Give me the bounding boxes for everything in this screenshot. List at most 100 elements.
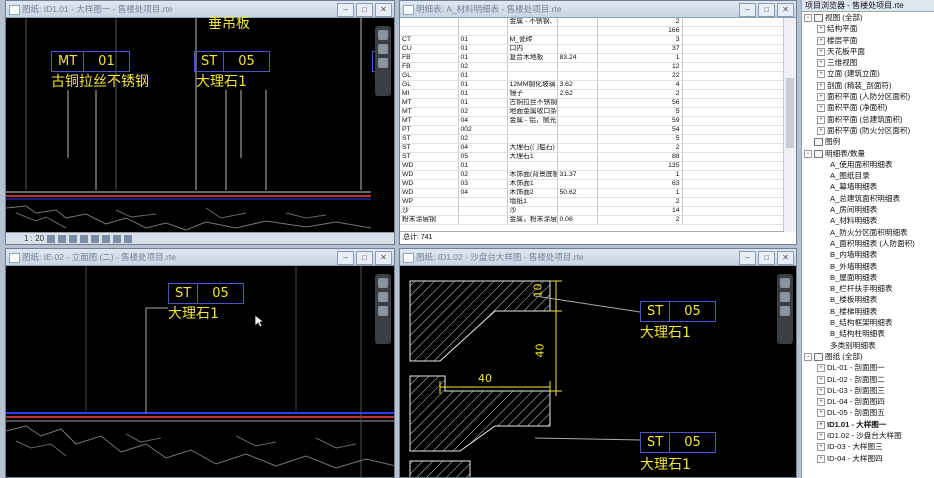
table-row[interactable]: WD 01 135 bbox=[400, 161, 784, 171]
table-cell[interactable] bbox=[557, 161, 598, 171]
collapse-icon[interactable]: − bbox=[804, 149, 812, 158]
minimize-button[interactable]: – bbox=[739, 251, 756, 265]
close-button[interactable]: ✕ bbox=[375, 3, 392, 17]
table-cell[interactable]: MT bbox=[400, 98, 459, 108]
table-row[interactable]: 沙 沙 14 bbox=[400, 206, 784, 216]
table-row[interactable]: ST 04 大理石(门槛石) 2 bbox=[400, 143, 784, 153]
table-row[interactable]: MT 04 金属 - 铝，抛光 59 bbox=[400, 116, 784, 126]
table-row[interactable]: MT 01 古铜拉丝不锈钢 56 bbox=[400, 98, 784, 108]
table-cell[interactable]: 1 bbox=[597, 188, 683, 198]
table-cell[interactable]: 01 bbox=[458, 44, 508, 54]
table-cell[interactable]: 大理石1 bbox=[507, 152, 558, 162]
material-tag-st05-upper[interactable]: ST 05 bbox=[640, 301, 716, 322]
table-cell[interactable]: 56 bbox=[597, 98, 683, 108]
table-cell[interactable] bbox=[400, 26, 459, 36]
tree-item[interactable]: − 图纸 (全部) bbox=[802, 351, 934, 362]
table-row[interactable]: WP 墙纸1 2 bbox=[400, 197, 784, 207]
table-cell[interactable]: M_瓷砖 bbox=[507, 35, 558, 45]
maximize-button[interactable]: □ bbox=[758, 3, 775, 17]
table-cell[interactable]: 01 bbox=[458, 71, 508, 81]
expand-icon[interactable]: + bbox=[817, 25, 825, 34]
navigation-bar[interactable] bbox=[375, 26, 391, 96]
tree-item[interactable]: + ID-04 - 大样图四 bbox=[802, 453, 934, 464]
material-tag-st05[interactable]: ST 05 bbox=[194, 51, 270, 72]
window-titlebar[interactable]: 图纸: IE-02 - 立面图 (二) - 售楼处项目.rte – □ ✕ bbox=[6, 249, 394, 266]
close-button[interactable]: ✕ bbox=[375, 251, 392, 265]
expand-icon[interactable]: + bbox=[817, 364, 825, 373]
table-row[interactable]: WD 02 木饰面(背景底板) 31.37 1 bbox=[400, 170, 784, 180]
table-row[interactable]: CT 01 M_瓷砖 3 bbox=[400, 35, 784, 45]
tree-item[interactable]: + 面积平面 (人防分区面积) bbox=[802, 91, 934, 102]
table-cell[interactable]: GL bbox=[400, 80, 459, 90]
table-cell[interactable] bbox=[557, 197, 598, 207]
material-tag-st05[interactable]: ST 05 bbox=[168, 283, 244, 304]
table-cell[interactable] bbox=[557, 206, 598, 216]
table-cell[interactable]: 镜子 bbox=[507, 89, 558, 99]
tree-item[interactable]: A_面积明细表 (人防面积) bbox=[802, 238, 934, 249]
table-cell[interactable]: 2 bbox=[597, 215, 683, 225]
tree-item[interactable]: B_栏杆扶手明细表 bbox=[802, 283, 934, 294]
tree-item[interactable]: 图例 bbox=[802, 136, 934, 147]
expand-icon[interactable]: + bbox=[817, 443, 825, 452]
expand-icon[interactable]: + bbox=[817, 93, 825, 102]
tree-item[interactable]: + DL-02 - 剖面图二 bbox=[802, 374, 934, 385]
table-cell[interactable]: 口内 bbox=[507, 44, 558, 54]
tree-item[interactable]: + ID1.02 - 沙盘台大样图 bbox=[802, 430, 934, 441]
table-cell[interactable]: WD bbox=[400, 161, 459, 171]
table-row[interactable]: 166 bbox=[400, 26, 784, 36]
table-cell[interactable] bbox=[458, 206, 508, 216]
minimize-button[interactable]: – bbox=[337, 251, 354, 265]
table-cell[interactable]: ST bbox=[400, 143, 459, 153]
expand-icon[interactable]: + bbox=[817, 420, 825, 429]
table-cell[interactable]: FB bbox=[400, 62, 459, 72]
table-cell[interactable]: 0.08 bbox=[557, 215, 598, 225]
tree-item[interactable]: + 面积平面 (净面积) bbox=[802, 102, 934, 113]
pan-icon[interactable] bbox=[780, 306, 790, 316]
table-cell[interactable]: 2 bbox=[597, 197, 683, 207]
expand-icon[interactable]: + bbox=[817, 104, 825, 113]
minimize-button[interactable]: – bbox=[739, 3, 756, 17]
maximize-button[interactable]: □ bbox=[356, 251, 373, 265]
tree-item[interactable]: + 天花板平面 bbox=[802, 46, 934, 57]
tree-item[interactable]: − 明细表/数量 bbox=[802, 148, 934, 159]
table-cell[interactable]: 1 bbox=[597, 53, 683, 63]
table-cell[interactable] bbox=[507, 62, 558, 72]
collapse-icon[interactable]: − bbox=[804, 352, 812, 361]
table-cell[interactable]: 01 bbox=[458, 98, 508, 108]
temp-isolate-icon[interactable] bbox=[113, 234, 122, 243]
tree-item[interactable]: B_外墙明细表 bbox=[802, 261, 934, 272]
zoom-icon[interactable] bbox=[780, 292, 790, 302]
table-cell[interactable]: 02 bbox=[458, 134, 508, 144]
table-cell[interactable]: 22 bbox=[597, 71, 683, 81]
tree-item[interactable]: A_房间明细表 bbox=[802, 204, 934, 215]
tree-item[interactable]: + 三维视图 bbox=[802, 57, 934, 68]
table-cell[interactable]: 12 bbox=[597, 62, 683, 72]
table-cell[interactable]: 14 bbox=[597, 206, 683, 216]
table-cell[interactable] bbox=[458, 26, 508, 36]
table-cell[interactable]: ST bbox=[400, 152, 459, 162]
drawing-canvas[interactable]: ST 05 大理石1 bbox=[6, 266, 394, 477]
sun-path-icon[interactable] bbox=[69, 234, 78, 243]
window-titlebar[interactable]: 图纸: ID1.01 - 大样图一 - 售楼处项目.rte – □ ✕ bbox=[6, 1, 394, 18]
tree-item[interactable]: A_防火分区面积明细表 bbox=[802, 227, 934, 238]
table-cell[interactable] bbox=[458, 18, 508, 27]
drawing-canvas[interactable]: 垂吊板 MT01 古铜拉丝不锈钢 ST05 大理石1 M 古 1 : 20 bbox=[6, 16, 394, 244]
tree-item[interactable]: + 楼层平面 bbox=[802, 35, 934, 46]
navigation-bar[interactable] bbox=[375, 274, 391, 344]
expand-icon[interactable]: + bbox=[817, 398, 825, 407]
expand-icon[interactable]: + bbox=[817, 454, 825, 463]
table-cell[interactable] bbox=[557, 179, 598, 189]
table-cell[interactable] bbox=[557, 71, 598, 81]
table-cell[interactable]: 木饰面1 bbox=[507, 179, 558, 189]
table-row[interactable]: 金属 - 不锈钢、镜光 2 bbox=[400, 18, 784, 27]
table-cell[interactable]: 01 bbox=[458, 53, 508, 63]
view-control-bar[interactable]: 1 : 20 bbox=[6, 232, 394, 244]
shadows-icon[interactable] bbox=[80, 234, 89, 243]
table-cell[interactable] bbox=[507, 26, 558, 36]
table-cell[interactable]: 02 bbox=[458, 170, 508, 180]
tree-item[interactable]: + DL-04 - 剖面图四 bbox=[802, 396, 934, 407]
steering-wheel-icon[interactable] bbox=[378, 278, 388, 288]
tree-item[interactable]: + 立面 (建筑立面) bbox=[802, 68, 934, 79]
expand-icon[interactable]: + bbox=[817, 70, 825, 79]
tree-item[interactable]: A_总建筑面积明细表 bbox=[802, 193, 934, 204]
